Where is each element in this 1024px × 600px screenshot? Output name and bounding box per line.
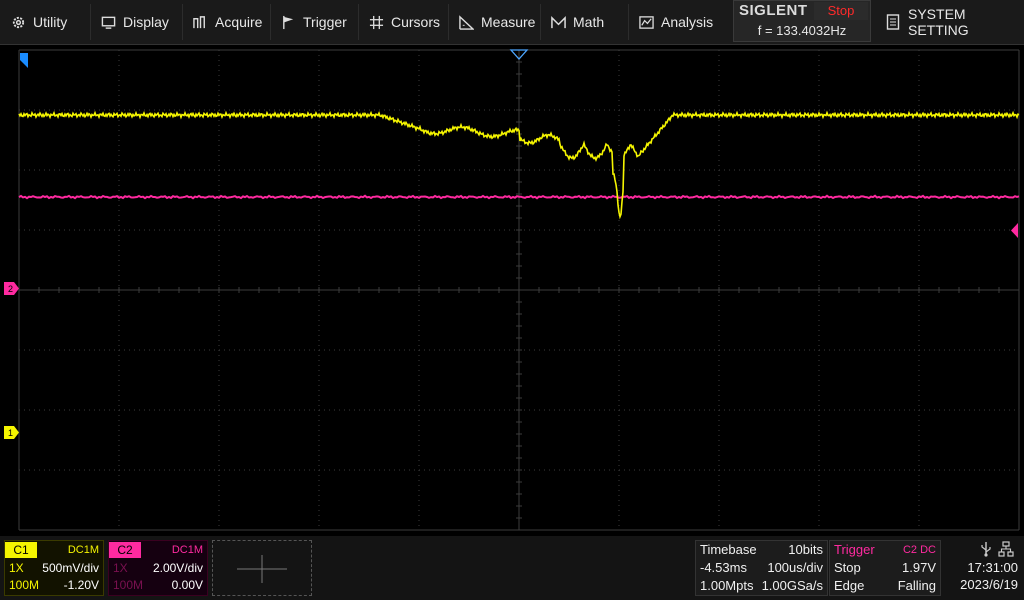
trigger-title: Trigger: [834, 542, 875, 557]
trigger-slope: Falling: [897, 578, 936, 593]
trigger-level-marker[interactable]: [20, 53, 28, 68]
ch1-scale: 500mV/div: [42, 561, 99, 575]
math-icon: [550, 14, 566, 30]
timebase-box[interactable]: Timebase 10bits -4.53ms 100us/div 1.00Mpts…: [695, 540, 828, 596]
adc-bits: 10bits: [788, 542, 823, 557]
ch1-bandwidth: 100M: [9, 578, 40, 592]
monitor-icon: [100, 14, 116, 30]
ch2-probe: 1X: [113, 561, 128, 575]
system-setting-button[interactable]: SYSTEM SETTING: [876, 0, 1024, 44]
system-setting-label: SYSTEM SETTING: [908, 6, 969, 38]
ch2-offset-marker[interactable]: 2: [4, 282, 20, 300]
ch1-badge: C1: [5, 542, 37, 558]
menu-cursors[interactable]: Cursors: [358, 0, 448, 44]
clock-time: 17:31:00: [967, 560, 1018, 575]
sample-rate: 1.00GSa/s: [761, 578, 823, 593]
menu-math[interactable]: Math: [540, 0, 628, 44]
ch2-scale: 2.00V/div: [152, 561, 203, 575]
ch1-coupling: DC1M: [67, 544, 99, 556]
menu-trigger-label: Trigger: [303, 14, 347, 30]
trigger-level: 1.97V: [902, 560, 936, 575]
menu-math-label: Math: [573, 14, 605, 30]
timebase-title: Timebase: [700, 542, 757, 557]
brand-logo: SIGLENT: [739, 2, 808, 19]
menu-display[interactable]: Display: [90, 0, 182, 44]
menu-bar: Utility Display Acquire Trigger Cursors …: [0, 0, 1024, 45]
usb-icon: [980, 541, 992, 560]
menu-analysis[interactable]: Analysis: [628, 0, 728, 44]
ch1-offset: -1.20V: [63, 578, 99, 592]
flag-icon: [280, 14, 296, 30]
menu-cursors-label: Cursors: [391, 14, 441, 30]
ch2-badge: C2: [109, 542, 141, 558]
menu-acquire-label: Acquire: [215, 14, 263, 30]
menu-display-label: Display: [123, 14, 169, 30]
ch1-header: C1 DC1M: [5, 541, 103, 559]
waveform-display[interactable]: [0, 44, 1024, 536]
clock-box: 17:31:00 2023/6/19: [944, 540, 1022, 596]
trigger-mode: Stop: [834, 560, 861, 575]
acquire-icon: [192, 14, 208, 30]
crosshair-icon: [368, 14, 384, 30]
brand-status-box: SIGLENT Stop f = 133.4032Hz: [733, 0, 871, 42]
analysis-icon: [638, 14, 654, 30]
add-channel-slot[interactable]: [212, 540, 312, 596]
trigger-type: Edge: [834, 578, 865, 593]
ch2-bandwidth: 100M: [113, 578, 144, 592]
ch2-offset: 0.00V: [171, 578, 203, 592]
graticule: [18, 49, 1020, 531]
timebase-scale: 100us/div: [767, 560, 823, 575]
crosshair-icon: [237, 555, 287, 583]
ch1-marker-label: 1: [8, 428, 13, 438]
menu-acquire[interactable]: Acquire: [182, 0, 270, 44]
ch2-coupling: DC1M: [171, 544, 203, 556]
menu-measure-label: Measure: [481, 14, 536, 30]
frequency-counter: f = 133.4032Hz: [757, 23, 847, 38]
menu-utility[interactable]: Utility: [0, 0, 90, 44]
ch1-offset-marker[interactable]: 1: [4, 426, 20, 444]
ch2-info-box[interactable]: C2 DC1M 1X 2.00V/div 100M 0.00V: [108, 540, 208, 596]
ch2-trigger-level-marker[interactable]: [1011, 223, 1018, 238]
ch2-header: C2 DC1M: [109, 541, 207, 559]
run-stop-status[interactable]: Stop: [814, 2, 868, 20]
gear-icon: [10, 14, 26, 30]
clock-date: 2023/6/19: [960, 577, 1018, 592]
document-icon: [886, 14, 900, 30]
network-icon: [998, 541, 1014, 560]
trigger-source: C2 DC: [902, 544, 936, 556]
timebase-delay: -4.53ms: [700, 560, 747, 575]
ch1-probe: 1X: [9, 561, 24, 575]
trigger-box[interactable]: Trigger C2 DC Stop 1.97V Edge Falling: [829, 540, 941, 596]
menu-analysis-label: Analysis: [661, 14, 714, 30]
menu-trigger[interactable]: Trigger: [270, 0, 358, 44]
menu-utility-label: Utility: [33, 14, 68, 30]
ch1-info-box[interactable]: C1 DC1M 1X 500mV/div 100M -1.20V: [4, 540, 104, 596]
menu-measure[interactable]: Measure: [448, 0, 540, 44]
memory-depth: 1.00Mpts: [700, 578, 754, 593]
ch2-marker-label: 2: [8, 284, 13, 294]
measure-icon: [458, 14, 474, 30]
